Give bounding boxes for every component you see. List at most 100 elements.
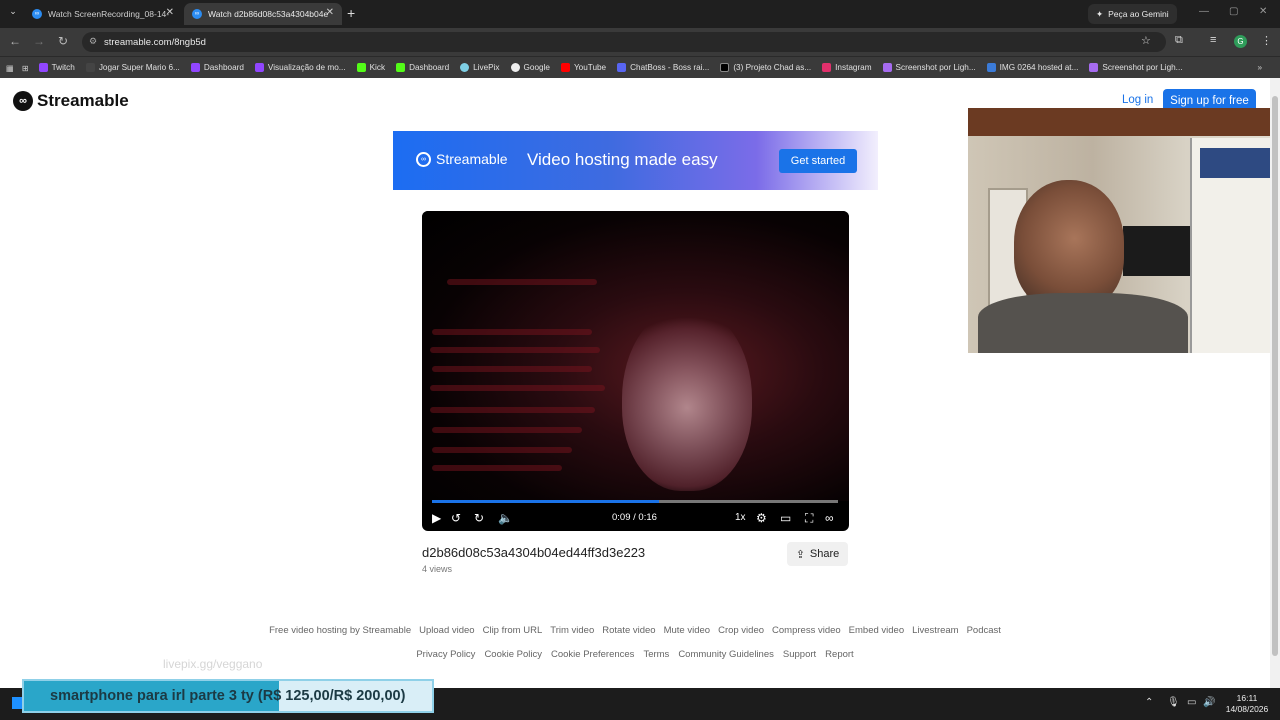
bookmark-screenshot-1[interactable]: Screenshot por Ligh...	[882, 63, 976, 72]
bookmark-twitch[interactable]: Twitch	[38, 63, 75, 72]
minimize-icon[interactable]: —	[1199, 6, 1209, 17]
share-button[interactable]: ⇪ Share	[787, 542, 848, 566]
picture-in-picture-icon[interactable]: ▭	[780, 511, 791, 525]
footer-link[interactable]: Trim video	[550, 625, 594, 636]
extensions-icon[interactable]: ⧉	[1175, 34, 1183, 47]
bookmark-chatboss[interactable]: ChatBoss - Boss rai...	[617, 63, 709, 72]
new-tab-icon[interactable]: +	[347, 5, 355, 21]
tab-search-icon[interactable]: ⌄	[6, 6, 20, 20]
bookmark-x[interactable]: (3) Projeto Chad as...	[720, 63, 811, 72]
banner-headline: Video hosting made easy	[527, 150, 718, 169]
menu-icon[interactable]: ⋮	[1261, 34, 1272, 47]
bookmark-screenshot-2[interactable]: Screenshot por Ligh...	[1089, 63, 1183, 72]
footer-link[interactable]: Support	[783, 649, 816, 660]
network-icon[interactable]: ▭	[1187, 697, 1196, 708]
gemini-button[interactable]: ✦ Peça ao Gemini	[1088, 4, 1177, 24]
playback-speed[interactable]: 1x	[735, 512, 746, 523]
webcam-overlay	[968, 108, 1280, 353]
video-ghost-text	[432, 329, 592, 335]
login-link[interactable]: Log in	[1122, 94, 1153, 106]
footer-link[interactable]: Podcast	[967, 625, 1001, 636]
footer-link[interactable]: Terms	[643, 649, 669, 660]
bookmark-mario[interactable]: Jogar Super Mario 6...	[85, 63, 180, 72]
bookmark-kick[interactable]: Kick	[356, 63, 385, 72]
forward-icon[interactable]: →	[33, 34, 45, 48]
video-ghost-text	[432, 366, 592, 372]
footer-link[interactable]: Livestream	[912, 625, 958, 636]
play-icon[interactable]: ▶	[432, 511, 441, 525]
profile-avatar[interactable]: G	[1234, 35, 1247, 48]
tab-close-icon[interactable]: ✕	[166, 7, 174, 18]
tray-chevron-icon[interactable]: ⌃	[1145, 697, 1153, 708]
footer-link[interactable]: Crop video	[718, 625, 764, 636]
apps-icon[interactable]: ▦	[6, 63, 14, 73]
rewind-icon[interactable]: ↺	[451, 511, 461, 525]
site-settings-icon[interactable]: ⚙	[89, 36, 97, 47]
footer-link[interactable]: Cookie Policy	[484, 649, 542, 660]
streamable-logo[interactable]: ∞ Streamable	[13, 91, 129, 111]
livepix-watermark: livepix.gg/veggano	[163, 657, 263, 671]
reload-icon[interactable]: ↻	[58, 34, 68, 48]
bookmark-dashboard[interactable]: Dashboard	[190, 63, 244, 72]
tab-title: Watch d2b86d08c53a4304b04e	[208, 9, 329, 19]
footer-link[interactable]: Mute video	[664, 625, 710, 636]
clock-time: 16:11	[1236, 693, 1258, 703]
footer-link[interactable]: Community Guidelines	[678, 649, 774, 660]
bookmark-youtube[interactable]: YouTube	[560, 63, 606, 72]
bookmark-kick-dashboard[interactable]: Dashboard	[396, 63, 449, 72]
more-bookmarks-icon[interactable]: »	[1257, 63, 1262, 72]
video-face-image	[622, 306, 752, 491]
footer-link[interactable]: Cookie Preferences	[551, 649, 634, 660]
gemini-sparkle-icon: ✦	[1096, 8, 1104, 19]
bookmark-instagram[interactable]: Instagram	[822, 63, 872, 72]
streamable-logo-icon: ∞	[13, 91, 33, 111]
footer-link[interactable]: Rotate video	[602, 625, 655, 636]
url-text: streamable.com/8ngb5d	[104, 36, 206, 48]
address-bar[interactable]: ⚙ streamable.com/8ngb5d	[82, 32, 1166, 52]
scrollbar-thumb[interactable]	[1272, 96, 1278, 656]
goal-text: smartphone para irl parte 3 ty (R$ 125,0…	[50, 688, 406, 704]
footer-link[interactable]: Privacy Policy	[416, 649, 475, 660]
footer-link[interactable]: Compress video	[772, 625, 841, 636]
video-ghost-text	[430, 347, 600, 353]
bookmark-visualizacao[interactable]: Visualização de mo...	[254, 63, 346, 72]
bookmark-livepix[interactable]: LivePix	[460, 63, 500, 72]
share-label: Share	[809, 548, 840, 560]
view-count: 4 views	[422, 564, 453, 574]
ad-banner[interactable]: ∞ Streamable Video hosting made easy Get…	[393, 131, 878, 190]
tab-title: Watch ScreenRecording_08-14-	[48, 9, 170, 19]
progress-bar[interactable]	[432, 500, 838, 503]
video-player[interactable]: ▶ ↺ ↻ 🔈 0:09 / 0:16 1x ⚙ ▭ ⛶ ∞	[422, 211, 849, 531]
forward-skip-icon[interactable]: ↻	[474, 511, 484, 525]
fullscreen-icon[interactable]: ⛶	[805, 511, 813, 526]
share-icon: ⇪	[795, 548, 805, 561]
streamable-player-logo-icon[interactable]: ∞	[825, 511, 834, 525]
video-ghost-text	[432, 427, 582, 433]
bookmark-google[interactable]: Google	[510, 63, 550, 72]
webcam-person-shirt	[978, 293, 1188, 353]
tab-active-video[interactable]: ∞ Watch d2b86d08c53a4304b04e ✕	[184, 3, 342, 25]
tab-screenrecording[interactable]: ∞ Watch ScreenRecording_08-14- ✕	[24, 3, 182, 25]
footer-link[interactable]: Report	[825, 649, 854, 660]
tab-close-icon[interactable]: ✕	[326, 7, 334, 18]
media-controls-icon[interactable]: ≡	[1210, 34, 1216, 46]
bookmarks-bar: ▦ ⊞ Twitch Jogar Super Mario 6... Dashbo…	[0, 56, 1280, 78]
microphone-icon[interactable]: 🎙	[1167, 697, 1180, 708]
bookmark-img0264[interactable]: IMG 0264 hosted at...	[986, 63, 1078, 72]
get-started-button[interactable]: Get started	[779, 149, 857, 173]
taskbar-clock[interactable]: 16:11 14/08/2026	[1222, 693, 1272, 715]
footer-link[interactable]: Clip from URL	[483, 625, 543, 636]
donation-goal-bar: smartphone para irl parte 3 ty (R$ 125,0…	[22, 679, 434, 713]
speaker-icon[interactable]: 🔊	[1203, 697, 1215, 708]
footer-link[interactable]: Free video hosting by Streamable	[269, 625, 411, 636]
bookmark-star-icon[interactable]: ☆	[1141, 34, 1151, 47]
footer-link[interactable]: Upload video	[419, 625, 474, 636]
window-close-icon[interactable]: ✕	[1259, 6, 1267, 17]
settings-gear-icon[interactable]: ⚙	[756, 511, 767, 525]
volume-icon[interactable]: 🔈	[498, 511, 513, 525]
grid-icon[interactable]: ⊞	[22, 63, 29, 73]
back-icon[interactable]: ←	[9, 34, 21, 48]
maximize-icon[interactable]: ▢	[1229, 6, 1238, 17]
video-frame[interactable]	[422, 211, 849, 501]
footer-link[interactable]: Embed video	[849, 625, 904, 636]
